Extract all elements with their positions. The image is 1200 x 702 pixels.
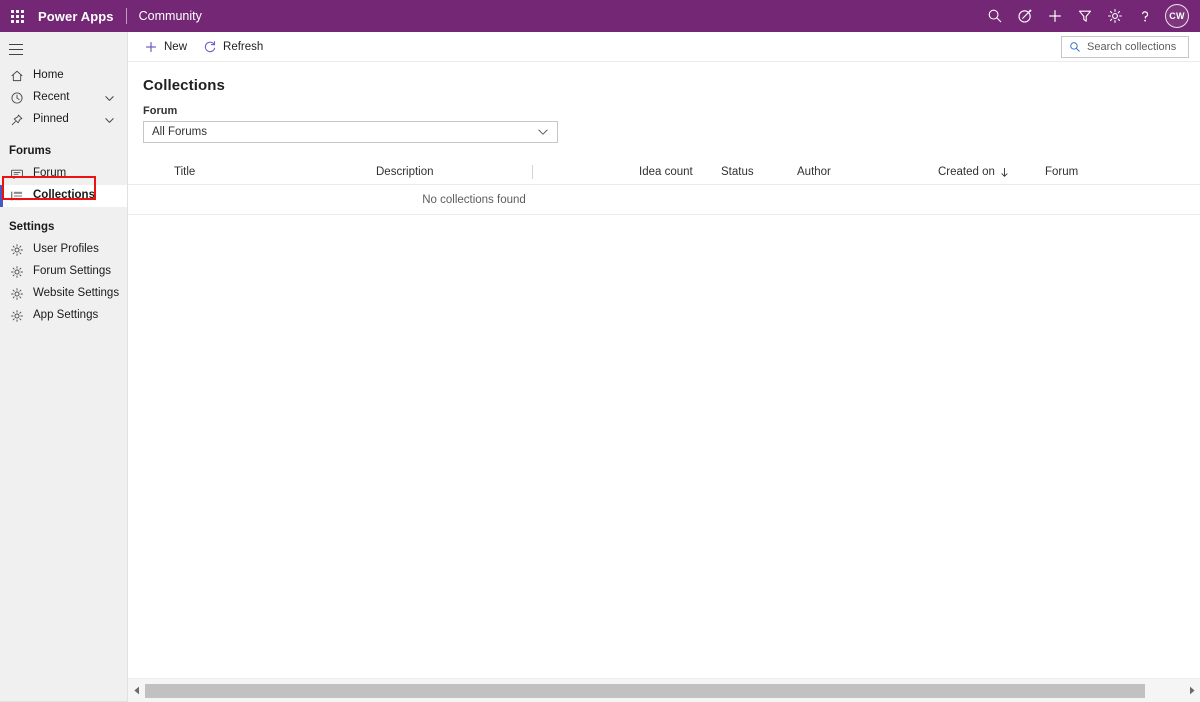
sidebar-item-label: Pinned [33,113,69,126]
sidebar-group-forums: Forums [9,145,52,157]
search-icon [988,9,1002,23]
scrollbar-thumb[interactable] [145,683,1145,698]
new-command-label: New [164,40,188,53]
scrollbar-track[interactable] [145,679,1183,702]
forum-filter: Forum All Forums [128,94,1200,143]
sidebar-item-label: Forum Settings [33,265,111,278]
scroll-left-button[interactable] [128,680,145,702]
chevron-right-icon [1189,686,1195,695]
collections-grid: Title Description Idea count Status Auth… [128,159,1200,215]
column-header-forum[interactable]: Forum [1045,159,1078,185]
plus-icon [1049,10,1061,22]
gear-icon [1108,9,1122,23]
forum-icon [9,166,25,182]
sidebar-item-label: App Settings [33,309,99,322]
filter-button[interactable] [1070,0,1100,32]
chevron-down-icon [537,126,549,138]
sidebar-item-user-profiles[interactable]: User Profiles [0,239,127,261]
sidebar-item-pinned[interactable]: Pinned [0,109,127,131]
refresh-icon [203,40,217,54]
sidebar-item-label: Collections [33,189,95,202]
filter-icon [1078,10,1092,22]
sidebar-item-home[interactable]: Home [0,65,127,87]
sidebar-item-forum[interactable]: Forum [0,163,127,185]
plus-icon [144,40,158,54]
sidebar-item-recent[interactable]: Recent [0,87,127,109]
app-launcher-button[interactable] [0,0,34,32]
page-title: Collections [143,77,225,94]
hamburger-icon [9,43,23,55]
header-actions: CW [980,0,1200,32]
gear-icon [9,286,25,302]
collections-list-icon [9,188,25,204]
grid-empty-state: No collections found [128,185,1200,215]
new-button[interactable] [1040,0,1070,32]
new-command-button[interactable]: New [136,32,195,62]
app-launcher-icon [10,9,24,23]
column-header-status[interactable]: Status [721,159,754,185]
search-button[interactable] [980,0,1010,32]
environment-icon [1018,9,1032,23]
environment-button[interactable] [1010,0,1040,32]
search-input[interactable] [1087,40,1182,53]
sidebar: Home Recent Pinned Forums Forum Collecti… [0,32,128,702]
search-icon [1069,41,1081,53]
column-header-created-on[interactable]: Created on [938,159,1009,185]
sidebar-item-label: Recent [33,91,70,104]
sidebar-item-forum-settings[interactable]: Forum Settings [0,261,127,283]
gear-icon [9,242,25,258]
avatar: CW [1165,4,1189,28]
column-header-author[interactable]: Author [797,159,831,185]
chevron-down-icon[interactable] [104,115,115,126]
user-avatar-button[interactable]: CW [1160,0,1194,32]
chevron-down-icon[interactable] [104,93,115,104]
column-divider[interactable] [532,165,533,179]
home-icon [9,68,25,84]
sort-descending-icon [1000,167,1009,178]
brand-title[interactable]: Power Apps [34,9,126,24]
forum-filter-select[interactable]: All Forums [143,121,558,143]
sidebar-item-label: Forum [33,167,67,180]
horizontal-scrollbar[interactable] [128,678,1200,702]
sidebar-item-app-settings[interactable]: App Settings [0,305,127,327]
refresh-command-label: Refresh [223,40,264,53]
refresh-command-button[interactable]: Refresh [195,32,271,62]
sidebar-item-label: Home [33,69,64,82]
grid-header-row: Title Description Idea count Status Auth… [128,159,1200,185]
forum-filter-label: Forum [143,105,178,117]
nav-toggle-button[interactable] [0,36,127,62]
column-header-idea-count[interactable]: Idea count [639,159,693,185]
gear-icon [9,264,25,280]
clock-icon [9,90,25,106]
sidebar-item-collections[interactable]: Collections [0,185,127,207]
forum-filter-value: All Forums [152,126,207,138]
sidebar-item-label: User Profiles [33,243,99,256]
app-name[interactable]: Community [127,9,202,23]
help-button[interactable] [1130,0,1160,32]
help-icon [1142,11,1149,22]
chevron-left-icon [133,686,139,695]
settings-button[interactable] [1100,0,1130,32]
sidebar-item-website-settings[interactable]: Website Settings [0,283,127,305]
sidebar-group-settings: Settings [9,221,55,233]
app-header: Power Apps Community CW [0,0,1200,32]
sidebar-item-label: Website Settings [33,287,120,300]
column-header-title[interactable]: Title [174,159,195,185]
scroll-right-button[interactable] [1183,680,1200,702]
column-header-created-on-label: Created on [938,166,995,178]
column-header-description[interactable]: Description [376,159,434,185]
search-collections-box[interactable] [1061,35,1189,58]
gear-icon [9,308,25,324]
main-content: Collections Forum All Forums Title Descr… [128,62,1200,678]
command-bar: New Refresh [128,32,1200,62]
pin-icon [9,112,25,128]
